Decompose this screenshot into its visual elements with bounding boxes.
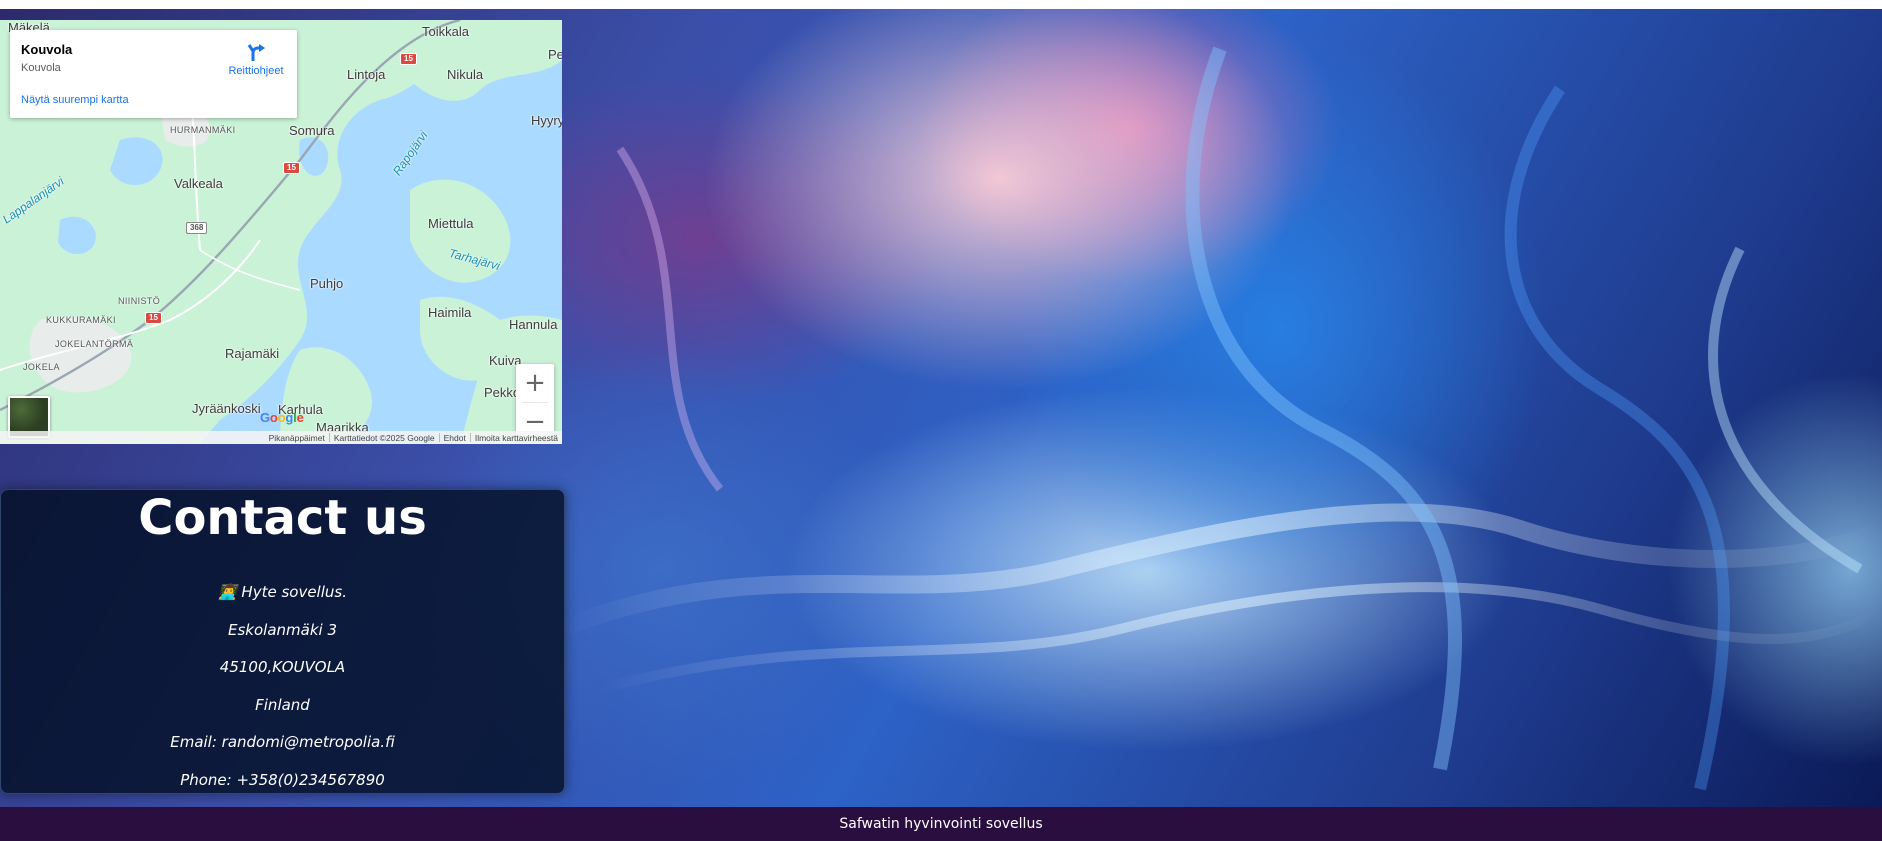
map-label: JOKELANTÖRMÄ: [55, 339, 134, 349]
directions-button[interactable]: Reittiohjeet: [221, 41, 291, 77]
attribution-divider: [469, 433, 471, 442]
map-label: Hannula: [509, 317, 558, 332]
map-label: Somura: [289, 123, 335, 138]
road-shield: 15: [400, 53, 417, 65]
zoom-control: + −: [516, 364, 554, 440]
map-label: Nikula: [447, 67, 484, 82]
contact-card: Contact us 👨‍💻 Hyte sovellus. Eskolanmäk…: [0, 489, 565, 794]
map-label: Hyyry: [531, 113, 562, 128]
map-label: JOKELA: [23, 362, 60, 372]
contact-heading: Contact us: [138, 490, 427, 546]
road-shield: 15: [283, 162, 300, 174]
place-subtitle: Kouvola: [21, 62, 61, 74]
map-label: Rajamäki: [225, 346, 280, 361]
street-address: Eskolanmäki 3: [228, 621, 337, 639]
map-label: NIINISTÖ: [118, 296, 161, 306]
larger-map-link[interactable]: Näytä suurempi kartta: [21, 94, 129, 106]
map-label: Lintoja: [347, 67, 386, 82]
directions-icon: [245, 41, 267, 63]
phone-text: Phone: +358(0)234567890: [180, 771, 385, 789]
attribution-divider: [438, 433, 440, 442]
postal-address: 45100,KOUVOLA: [219, 658, 346, 676]
map-label: Jyräänkoski: [192, 401, 261, 416]
map-label: Pe: [548, 47, 562, 62]
top-strip: [0, 0, 1882, 9]
map-label: Pekko: [484, 385, 521, 400]
svg-text:Google: Google: [260, 410, 304, 425]
map-label: Valkeala: [174, 176, 223, 191]
map-attribution-bar: Pikanäppäimet Karttatiedot ©2025 Google …: [0, 431, 562, 444]
map-embed[interactable]: Mäkelä Toikkala Pe Lintoja Nikula Hyyry …: [0, 20, 562, 444]
company-name: 👨‍💻 Hyte sovellus.: [217, 583, 347, 601]
google-logo-icon: Google: [260, 410, 304, 425]
directions-label: Reittiohjeet: [228, 65, 284, 77]
map-data-credit: Karttatiedot ©2025 Google: [333, 432, 435, 443]
zoom-in-button[interactable]: +: [516, 364, 554, 401]
page-footer: Safwatin hyvinvointi sovellus: [0, 807, 1882, 841]
map-label: Miettula: [428, 216, 474, 231]
place-info-card: Kouvola Kouvola Reittiohjeet Näytä suure…: [10, 30, 297, 118]
footer-text: Safwatin hyvinvointi sovellus: [839, 816, 1043, 832]
email-text: Email: randomi@metropolia.fi: [170, 733, 395, 751]
attribution-divider: [328, 433, 330, 442]
road-shield: 15: [145, 312, 162, 324]
report-error-link[interactable]: Ilmoita karttavirheestä: [475, 433, 558, 443]
map-label: Puhjo: [310, 276, 344, 291]
road-shield: 368: [186, 222, 208, 234]
keyboard-shortcuts-link[interactable]: Pikanäppäimet: [269, 433, 325, 443]
map-label: HURMANMÄKI: [170, 125, 236, 135]
place-title: Kouvola: [21, 42, 73, 57]
terms-link[interactable]: Ehdot: [444, 433, 466, 443]
google-logo: Google: [260, 409, 310, 428]
country: Finland: [255, 696, 310, 714]
map-label: Toikkala: [422, 24, 469, 39]
map-label: KUKKURAMÄKI: [46, 315, 116, 325]
map-label: Haimila: [428, 305, 472, 320]
